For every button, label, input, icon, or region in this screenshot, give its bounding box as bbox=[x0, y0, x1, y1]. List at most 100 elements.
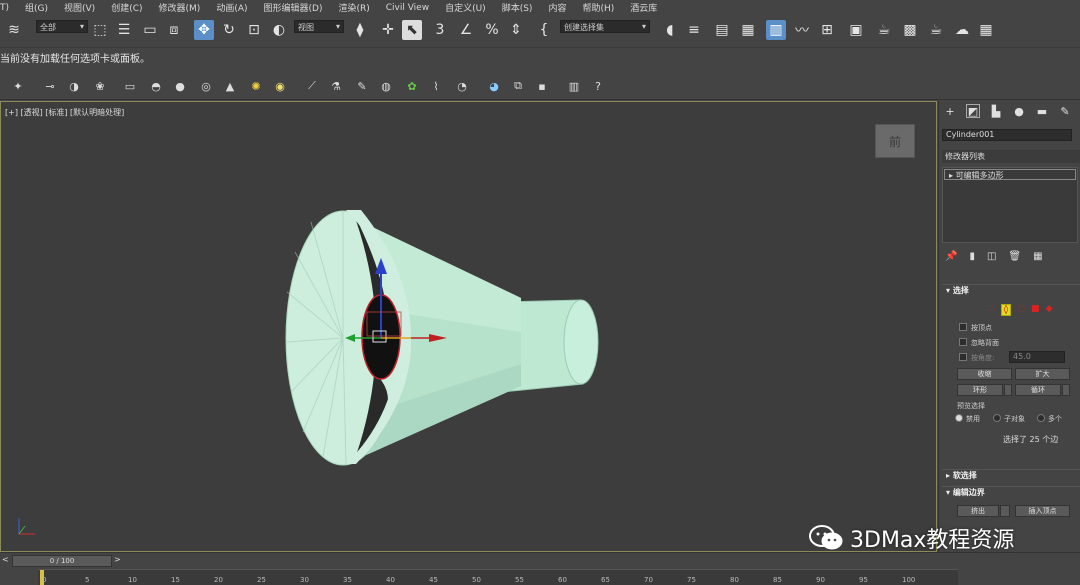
menu-item-rendering[interactable]: 渲染(R) bbox=[338, 1, 369, 14]
torus-icon[interactable]: ◎ bbox=[198, 78, 214, 94]
menu-item-graph-editors[interactable]: 图形编辑器(D) bbox=[264, 1, 323, 14]
insert-vertex-button[interactable]: 插入顶点 bbox=[1015, 505, 1070, 517]
selection-rollout-title[interactable]: ▾ 选择 bbox=[942, 284, 1080, 296]
menu-item-create[interactable]: 创建(C) bbox=[111, 1, 142, 14]
camera-icon[interactable]: ⊸ bbox=[42, 78, 58, 94]
element-mode-icon[interactable]: ◆ bbox=[1046, 304, 1053, 316]
select-and-rotate-icon[interactable]: ↻ bbox=[219, 20, 239, 40]
extrude-settings-button[interactable] bbox=[1000, 505, 1010, 517]
ignore-backfacing-checkbox[interactable]: 忽略背面 bbox=[959, 338, 999, 348]
link-icon[interactable]: ≋ bbox=[4, 20, 24, 40]
menu-item-cloud-library[interactable]: 酒云库 bbox=[630, 1, 657, 14]
snaps-toggle-icon[interactable]: 3 bbox=[430, 20, 450, 40]
mirror-icon[interactable]: ◖ bbox=[660, 20, 680, 40]
reference-coordinate-dropdown[interactable]: 视图 bbox=[294, 20, 344, 33]
border-mode-icon[interactable]: ◌ bbox=[1017, 304, 1025, 316]
polygon-mode-icon[interactable]: ■ bbox=[1031, 304, 1040, 316]
menu-item-content[interactable]: 内容 bbox=[548, 1, 566, 14]
menu-item-tools[interactable]: T) bbox=[0, 3, 9, 13]
menu-item-view[interactable]: 视图(V) bbox=[64, 1, 95, 14]
bone-icon[interactable]: ⚗ bbox=[328, 78, 344, 94]
cone-icon[interactable]: ▲ bbox=[222, 78, 238, 94]
named-selection-dropdown[interactable]: 创建选择集 bbox=[560, 20, 650, 33]
align-icon[interactable]: ≡ bbox=[684, 20, 704, 40]
layers-icon[interactable]: ▥ bbox=[566, 78, 582, 94]
by-angle-checkbox[interactable]: 按角度: bbox=[959, 353, 994, 363]
helper-icon[interactable]: ◑ bbox=[66, 78, 82, 94]
display-tab-icon[interactable]: ▬ bbox=[1035, 104, 1049, 118]
modify-tab-icon[interactable]: ◩ bbox=[966, 104, 980, 118]
loop-button[interactable]: 循环 bbox=[1015, 384, 1061, 396]
rendered-frame-window-icon[interactable]: ▩ bbox=[900, 20, 920, 40]
pin-stack-icon[interactable]: 📌 bbox=[945, 251, 957, 262]
selection-filter-dropdown[interactable]: 全部 bbox=[36, 20, 88, 33]
layer-explorer-icon[interactable]: ▦ bbox=[738, 20, 758, 40]
rectangular-selection-icon[interactable]: ▭ bbox=[140, 20, 160, 40]
object-name-field[interactable]: Cylinder001 bbox=[942, 129, 1072, 141]
foliage-icon[interactable]: ✿ bbox=[404, 78, 420, 94]
motion-tab-icon[interactable]: ● bbox=[1012, 104, 1026, 118]
percent-snap-icon[interactable]: % bbox=[482, 20, 502, 40]
pivot-icon[interactable]: ⧫ bbox=[350, 20, 370, 40]
loop-spinner[interactable] bbox=[1062, 384, 1070, 396]
by-angle-spinner[interactable]: 45.0 bbox=[1009, 351, 1065, 363]
time-slider[interactable]: 0 / 100 bbox=[12, 555, 112, 567]
material-editor-icon[interactable]: ▣ bbox=[846, 20, 866, 40]
spinner-snap-icon[interactable]: ⇕ bbox=[506, 20, 526, 40]
render-setup-icon[interactable]: ☕ bbox=[874, 20, 894, 40]
render-production-icon[interactable]: ☕ bbox=[926, 20, 946, 40]
utilities-tab-icon[interactable]: ✎ bbox=[1058, 104, 1072, 118]
place-icon[interactable]: ◐ bbox=[269, 20, 289, 40]
hierarchy-tab-icon[interactable]: ▙ bbox=[989, 104, 1003, 118]
modifier-list-dropdown[interactable]: 修改器列表 bbox=[942, 150, 1080, 163]
menu-item-modifiers[interactable]: 修改器(M) bbox=[159, 1, 201, 14]
remove-modifier-icon[interactable]: 🗑 bbox=[1008, 251, 1021, 262]
light-icon[interactable]: ✦ bbox=[10, 78, 26, 94]
select-object-icon[interactable]: ⬚ bbox=[90, 20, 110, 40]
shape-icon[interactable]: ✎ bbox=[354, 78, 370, 94]
box-primitive-icon[interactable]: ▭ bbox=[122, 78, 138, 94]
select-and-move-icon[interactable]: ✥ bbox=[194, 20, 214, 40]
sun-icon[interactable]: ✺ bbox=[248, 78, 264, 94]
render-cloud-icon[interactable]: ☁ bbox=[952, 20, 972, 40]
sphere-icon[interactable]: ● bbox=[172, 78, 188, 94]
time-slider-prev-icon[interactable]: < bbox=[2, 555, 9, 564]
edit-edges-rollout-title[interactable]: ▾ 编辑边界 bbox=[942, 486, 1080, 498]
select-manipulate-icon[interactable]: ✛ bbox=[378, 20, 398, 40]
menu-item-animation[interactable]: 动画(A) bbox=[216, 1, 247, 14]
menu-item-civil-view[interactable]: Civil View bbox=[386, 3, 429, 13]
edge-mode-icon[interactable]: ◊ bbox=[1000, 304, 1012, 316]
tape-icon[interactable]: ◔ bbox=[454, 78, 470, 94]
show-end-result-icon[interactable]: ▮ bbox=[969, 251, 975, 262]
dome-icon[interactable]: ◓ bbox=[148, 78, 164, 94]
grow-button[interactable]: 扩大 bbox=[1015, 368, 1070, 380]
by-vertex-checkbox[interactable]: 按顶点 bbox=[959, 323, 992, 333]
time-slider-next-icon[interactable]: > bbox=[114, 555, 121, 564]
vertex-mode-icon[interactable]: ∴ bbox=[989, 304, 995, 316]
shrink-button[interactable]: 收缩 bbox=[957, 368, 1012, 380]
space-warp-icon[interactable]: ⟋ bbox=[304, 78, 320, 94]
ring-button[interactable]: 环形 bbox=[957, 384, 1003, 396]
menu-item-group[interactable]: 组(G) bbox=[25, 1, 48, 14]
preview-disabled-radio[interactable]: 禁用 bbox=[955, 414, 980, 424]
render-region-icon[interactable]: ⧉ bbox=[510, 78, 526, 94]
preview-subobject-radio[interactable]: 子对象 bbox=[993, 414, 1025, 424]
vray-frame-icon[interactable]: ▪ bbox=[534, 78, 550, 94]
scene-explorer-icon[interactable]: ▤ bbox=[712, 20, 732, 40]
ring-spinner[interactable] bbox=[1004, 384, 1012, 396]
angle-snap-icon[interactable]: ∠ bbox=[456, 20, 476, 40]
extrude-button[interactable]: 挤出 bbox=[957, 505, 999, 517]
globe-icon[interactable]: ◍ bbox=[378, 78, 394, 94]
menu-item-help[interactable]: 帮助(H) bbox=[582, 1, 614, 14]
menu-item-customize[interactable]: 自定义(U) bbox=[445, 1, 486, 14]
select-by-name-icon[interactable]: ☰ bbox=[114, 20, 134, 40]
configure-sets-icon[interactable]: ▦ bbox=[1033, 251, 1042, 262]
help-icon[interactable]: ? bbox=[590, 78, 606, 94]
window-crossing-icon[interactable]: ⧈ bbox=[164, 20, 184, 40]
modifier-stack-item[interactable]: ▸ 可编辑多边形 bbox=[944, 169, 1076, 180]
ribbon-toggle-icon[interactable]: ▥ bbox=[766, 20, 786, 40]
keyboard-shortcut-icon[interactable]: ⬉ bbox=[402, 20, 422, 40]
a360-icon[interactable]: ▦ bbox=[976, 20, 996, 40]
schematic-view-icon[interactable]: ⊞ bbox=[817, 20, 837, 40]
omni-light-icon[interactable]: ◉ bbox=[272, 78, 288, 94]
